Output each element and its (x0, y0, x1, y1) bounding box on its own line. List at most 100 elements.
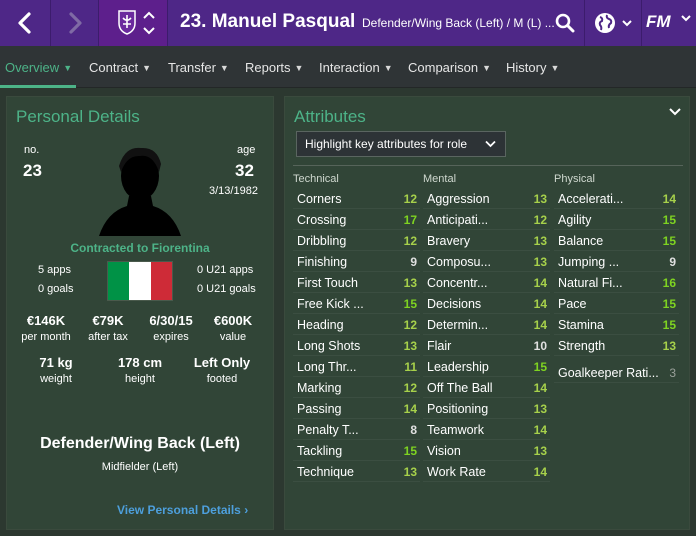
chevron-down-icon (622, 20, 632, 27)
tab-overview[interactable]: Overview ▼ (5, 46, 72, 88)
attribute-value: 16 (662, 276, 676, 290)
attribute-name: Finishing (297, 255, 348, 269)
attribute-name: Stamina (558, 318, 604, 332)
chevron-down-icon[interactable] (681, 14, 691, 22)
tab-interaction[interactable]: Interaction ▼ (319, 46, 393, 88)
tab-reports[interactable]: Reports ▼ (245, 46, 303, 88)
attribute-row[interactable]: Work Rate 14 (423, 461, 550, 482)
attribute-row[interactable]: Composu... 13 (423, 251, 550, 272)
tab-transfer[interactable]: Transfer ▼ (168, 46, 229, 88)
attribute-row[interactable]: Flair 10 (423, 335, 550, 356)
fm-logo[interactable]: FM (646, 12, 671, 32)
attribute-value: 13 (403, 276, 417, 290)
attribute-value: 15 (662, 318, 676, 332)
attribute-row[interactable]: Finishing 9 (293, 251, 420, 272)
attribute-row[interactable]: Free Kick ... 15 (293, 293, 420, 314)
attribute-row[interactable]: Strength 13 (554, 335, 679, 356)
attribute-row[interactable]: Goalkeeper Rati... 3 (554, 362, 679, 383)
attribute-value: 11 (404, 360, 417, 374)
flag-stripe (150, 262, 172, 300)
attribute-value: 15 (662, 234, 676, 248)
chevron-down-icon[interactable] (669, 107, 681, 117)
chevron-down-icon: ▼ (219, 63, 229, 73)
tab-comparison[interactable]: Comparison ▼ (408, 46, 491, 88)
attribute-row[interactable]: Jumping ... 9 (554, 251, 679, 272)
attribute-row[interactable]: Penalty T... 8 (293, 419, 420, 440)
attribute-name: Balance (558, 234, 604, 248)
attribute-row[interactable]: Heading 12 (293, 314, 420, 335)
attribute-row[interactable]: Dribbling 12 (293, 230, 420, 251)
attribute-row[interactable]: Agility 15 (554, 209, 679, 230)
attribute-name: Work Rate (427, 465, 486, 479)
attribute-row[interactable]: Positioning 13 (423, 398, 550, 419)
search-button[interactable] (546, 0, 584, 46)
tab-history[interactable]: History ▼ (506, 46, 559, 88)
stat-label: after tax (88, 331, 128, 343)
footed-stat: Left Only footed (185, 355, 259, 385)
title-bar: 23. Manuel Pasqual Defender/Wing Back (L… (0, 0, 696, 46)
divider (293, 165, 683, 166)
attribute-row[interactable]: Off The Ball 14 (423, 377, 550, 398)
attribute-value: 12 (403, 234, 417, 248)
attribute-value: 9 (410, 255, 417, 269)
forward-button[interactable] (50, 0, 98, 46)
attribute-value: 13 (533, 444, 547, 458)
date-of-birth: 3/13/1982 (209, 185, 258, 197)
attribute-row[interactable]: Technique 13 (293, 461, 420, 482)
contract-status[interactable]: Contracted to Fiorentina (7, 241, 273, 255)
wage-stat: €146K per month (14, 313, 78, 343)
attribute-row[interactable]: Aggression 13 (423, 188, 550, 209)
attribute-row[interactable]: Anticipati... 12 (423, 209, 550, 230)
attribute-row[interactable]: Long Shots 13 (293, 335, 420, 356)
attribute-row[interactable]: Natural Fi... 16 (554, 272, 679, 293)
view-personal-details-link[interactable]: View Personal Details › (117, 503, 248, 517)
stat-label: footed (206, 373, 238, 385)
attribute-row[interactable]: Determin... 14 (423, 314, 550, 335)
attribute-value: 14 (533, 276, 547, 290)
attribute-row[interactable]: Concentr... 14 (423, 272, 550, 293)
attribute-row[interactable]: Pace 15 (554, 293, 679, 314)
value-stat: €600K value (201, 313, 265, 343)
attribute-value: 13 (403, 339, 417, 353)
after-tax-stat: €79K after tax (76, 313, 140, 343)
attribute-row[interactable]: Leadership 15 (423, 356, 550, 377)
role-highlight-select[interactable]: Highlight key attributes for role (296, 131, 506, 157)
attribute-row[interactable]: First Touch 13 (293, 272, 420, 293)
fiorentina-badge-icon (118, 10, 136, 35)
attribute-value: 15 (662, 297, 676, 311)
stat-label: expires (153, 331, 189, 343)
club-switch-icon[interactable] (143, 10, 155, 36)
technical-heading: Technical (293, 173, 339, 185)
world-menu-button[interactable] (584, 0, 642, 46)
technical-attributes: Corners 12 Crossing 17 Dribbling 12 Finishing 9… (293, 188, 420, 482)
stat-label: height (125, 373, 155, 385)
attribute-row[interactable]: Corners 12 (293, 188, 420, 209)
attribute-name: Agility (558, 213, 592, 227)
attribute-row[interactable]: Long Thr... 11 (293, 356, 420, 377)
attribute-row[interactable]: Teamwork 14 (423, 419, 550, 440)
attribute-value: 14 (403, 402, 417, 416)
attribute-row[interactable]: Crossing 17 (293, 209, 420, 230)
tab-contract[interactable]: Contract ▼ (89, 46, 151, 88)
attribute-name: Strength (558, 339, 606, 353)
attribute-value: 12 (403, 192, 417, 206)
attribute-row[interactable]: Passing 14 (293, 398, 420, 419)
attribute-row[interactable]: Vision 13 (423, 440, 550, 461)
attribute-row[interactable]: Accelerati... 14 (554, 188, 679, 209)
attribute-name: Concentr... (427, 276, 488, 290)
attribute-value: 13 (533, 234, 547, 248)
attribute-row[interactable]: Marking 12 (293, 377, 420, 398)
attribute-value: 14 (533, 318, 547, 332)
attribute-row[interactable]: Balance 15 (554, 230, 679, 251)
attribute-row[interactable]: Decisions 14 (423, 293, 550, 314)
age-label: age (237, 144, 256, 156)
back-button[interactable] (0, 0, 50, 46)
attribute-row[interactable]: Stamina 15 (554, 314, 679, 335)
link-label: View Personal Details (117, 503, 241, 517)
club-selector[interactable] (98, 0, 168, 46)
attribute-value: 13 (403, 465, 417, 479)
attribute-row[interactable]: Tackling 15 (293, 440, 420, 461)
physical-attributes: Accelerati... 14 Agility 15 Balance 15 Jumping… (554, 188, 679, 383)
attribute-row[interactable]: Bravery 13 (423, 230, 550, 251)
player-age: 32 (235, 161, 254, 180)
